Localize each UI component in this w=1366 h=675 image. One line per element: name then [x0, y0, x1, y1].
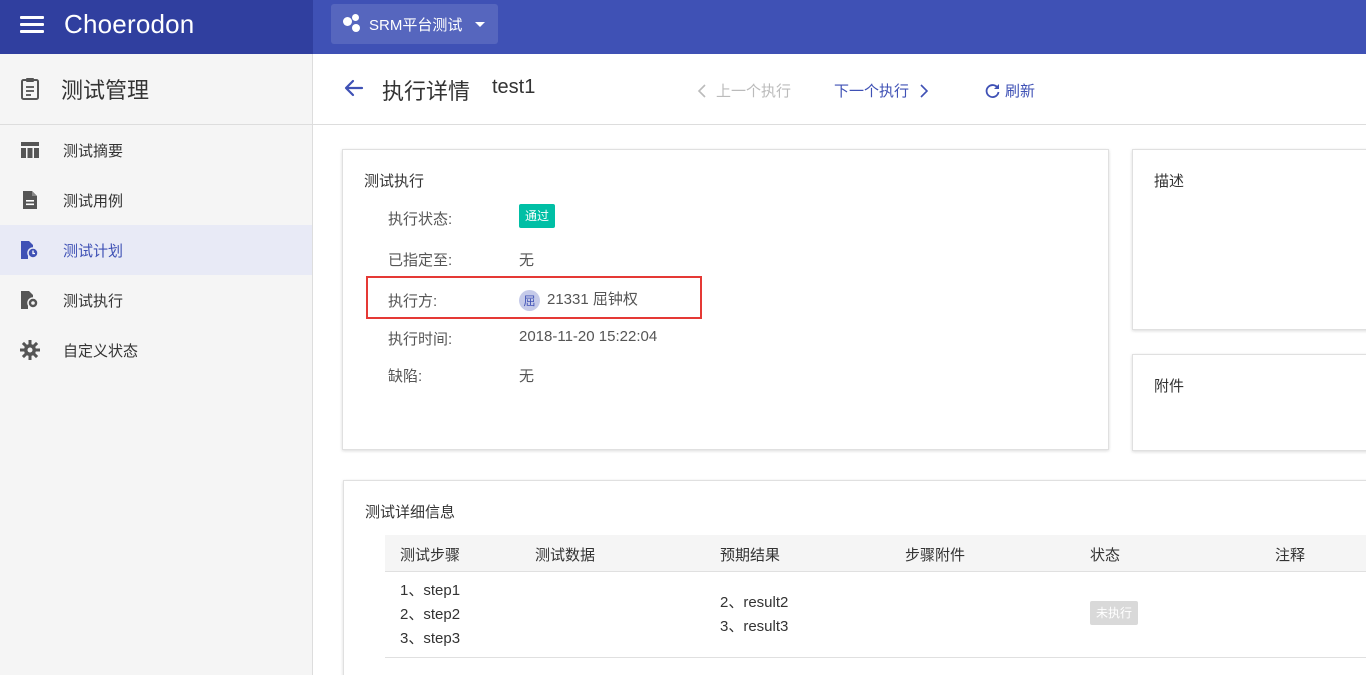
sidebar-item-plan[interactable]: 测试计划: [0, 225, 312, 275]
gear-icon: [20, 340, 40, 360]
prev-execution-label: 上一个执行: [716, 83, 792, 100]
menu-icon[interactable]: [20, 16, 44, 36]
file-settings-icon: [20, 290, 40, 310]
attachments-title: 附件: [1154, 378, 1185, 395]
assigned-label: 已指定至:: [388, 252, 453, 269]
time-value: 2018-11-20 15:22:04: [519, 328, 658, 345]
back-arrow-icon[interactable]: [342, 76, 366, 100]
refresh-icon: [985, 84, 1000, 98]
sidebar-item-label: 测试摘要: [63, 142, 124, 160]
top-bar-brand-area: Choerodon: [0, 0, 313, 54]
chevron-left-icon: [697, 83, 706, 98]
status-badge: 通过: [519, 204, 556, 228]
step-status-badge: 未执行: [1090, 601, 1139, 625]
table-row[interactable]: 1、step1 2、step2 3、step3 2、result2 3、resu…: [385, 572, 1366, 658]
column-header-attachment: 步骤附件: [905, 547, 966, 564]
sidebar-item-cases[interactable]: 测试用例: [0, 175, 312, 225]
next-execution-button[interactable]: 下一个执行: [834, 80, 929, 101]
refresh-label: 刷新: [1005, 83, 1036, 100]
top-bar: Choerodon SRM平台测试: [0, 0, 1366, 54]
column-header-expected: 预期结果: [720, 547, 781, 564]
steps-cell: 1、step1 2、step2 3、step3: [400, 579, 460, 651]
project-selector[interactable]: SRM平台测试: [331, 4, 498, 44]
document-icon: [20, 190, 40, 210]
expected-line: 3、result3: [720, 618, 789, 635]
project-icon: [343, 14, 363, 34]
step-line: 2、step2: [400, 606, 461, 623]
brand-logo[interactable]: Choerodon: [64, 9, 194, 40]
details-title: 测试详细信息: [365, 504, 456, 521]
table-icon: [20, 140, 40, 160]
sidebar-item-label: 测试执行: [63, 292, 124, 310]
sidebar-header: 测试管理: [0, 54, 312, 125]
column-header-steps: 测试步骤: [400, 547, 461, 564]
step-line: 3、step3: [400, 630, 461, 647]
sidebar-item-label: 自定义状态: [63, 342, 139, 360]
column-header-data: 测试数据: [535, 547, 596, 564]
page-header: 执行详情 test1 上一个执行 下一个执行 刷新: [313, 54, 1366, 125]
next-execution-label: 下一个执行: [834, 83, 910, 100]
column-header-comment: 注释: [1275, 547, 1306, 564]
expected-line: 2、result2: [720, 594, 789, 611]
table-header: 测试步骤 测试数据 预期结果 步骤附件 状态 注释: [385, 535, 1366, 572]
sidebar-item-label: 测试用例: [63, 192, 124, 210]
sidebar-item-custom-status[interactable]: 自定义状态: [0, 325, 312, 375]
column-header-status: 状态: [1090, 547, 1121, 564]
description-card: 描述: [1132, 149, 1366, 330]
page-title: 执行详情: [382, 79, 471, 104]
description-title: 描述: [1154, 173, 1185, 190]
time-label: 执行时间:: [388, 331, 453, 348]
chevron-right-icon: [920, 83, 929, 98]
clipboard-icon: [20, 78, 40, 100]
step-line: 1、step1: [400, 582, 461, 599]
details-table: 测试步骤 测试数据 预期结果 步骤附件 状态 注释 1、step1 2、step…: [385, 535, 1366, 658]
status-label: 执行状态:: [388, 211, 453, 228]
file-clock-icon: [20, 240, 40, 260]
sidebar: 测试管理 测试摘要 测试用例 测试计划 测试执行 自定义状态: [0, 54, 313, 675]
refresh-button[interactable]: 刷新: [984, 80, 1035, 101]
sidebar-item-execution[interactable]: 测试执行: [0, 275, 312, 325]
attachments-card: 附件: [1132, 354, 1366, 451]
expected-cell: 2、result2 3、result3: [720, 591, 788, 639]
sidebar-item-summary[interactable]: 测试摘要: [0, 125, 312, 175]
sidebar-title: 测试管理: [61, 78, 150, 103]
sidebar-item-label: 测试计划: [63, 242, 124, 260]
prev-execution-button[interactable]: 上一个执行: [697, 80, 791, 101]
execution-card-title: 测试执行: [364, 173, 425, 190]
executor-highlight-box: [366, 276, 702, 319]
assigned-value: 无: [519, 252, 535, 269]
defect-value: 无: [519, 368, 535, 385]
caret-down-icon: [475, 21, 486, 27]
defect-label: 缺陷:: [388, 368, 423, 385]
project-name: SRM平台测试: [369, 16, 463, 34]
page-subtitle: test1: [492, 76, 536, 98]
details-card: 测试详细信息 测试步骤 测试数据 预期结果 步骤附件 状态 注释 1、step1…: [343, 480, 1366, 675]
